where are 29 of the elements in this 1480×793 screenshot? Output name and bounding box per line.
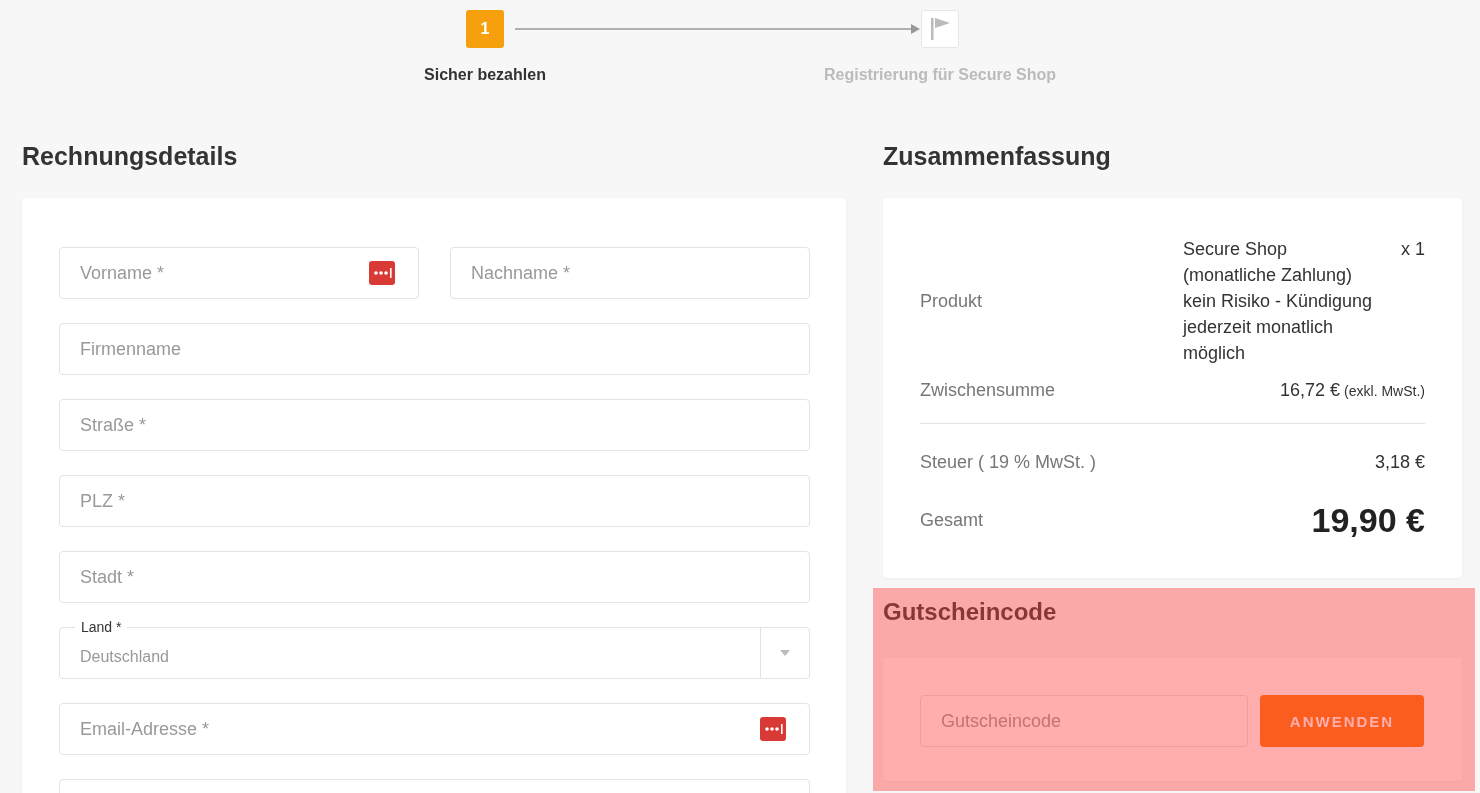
section-title: Rechnungsdetails bbox=[22, 141, 239, 172]
text-field[interactable]: Email-Adresse * bbox=[59, 703, 810, 755]
text-field[interactable]: Stadt * bbox=[59, 551, 810, 603]
step-label: Sicher bezahlen bbox=[424, 66, 546, 84]
amount: 16,72 € (exkl. MwSt.) bbox=[1280, 380, 1425, 401]
password-manager-icon[interactable] bbox=[760, 717, 786, 741]
text-field[interactable]: Vorname * bbox=[59, 247, 419, 299]
product-name: Secure Shop (monatliche Zahlung) kein Risiko - Kündigung jederzeit monatlich möglich bbox=[1183, 238, 1373, 365]
section-title: Zusammenfassung bbox=[883, 141, 1112, 172]
coupon-field[interactable]: Gutscheincode bbox=[920, 695, 1248, 747]
flag-icon bbox=[928, 16, 952, 42]
row-label: Gesamt bbox=[920, 510, 984, 531]
field-label: Land * bbox=[75, 619, 128, 635]
password-manager-icon[interactable] bbox=[369, 261, 395, 285]
text-field[interactable]: Firmenname bbox=[59, 323, 810, 375]
row-label: Produkt bbox=[920, 290, 983, 312]
amount: 3,18 € bbox=[1374, 452, 1425, 473]
text-field[interactable]: Nachname * bbox=[450, 247, 810, 299]
quantity: x 1 bbox=[1401, 238, 1425, 261]
step-label: Registrierung für Secure Shop bbox=[823, 66, 1056, 84]
row-label: Zwischensumme bbox=[920, 380, 1056, 401]
section-title: Gutscheincode bbox=[883, 597, 1058, 627]
row-label: Steuer ( 19 % MwSt. ) bbox=[920, 452, 1097, 473]
caret-icon bbox=[780, 650, 790, 656]
text-field[interactable]: PLZ * bbox=[59, 475, 810, 527]
text-field[interactable]: Straße * bbox=[59, 399, 810, 451]
step-number: 1 bbox=[466, 10, 504, 48]
select-value: Deutschland bbox=[79, 647, 170, 666]
total-amount: 19,90 € bbox=[1311, 501, 1425, 540]
